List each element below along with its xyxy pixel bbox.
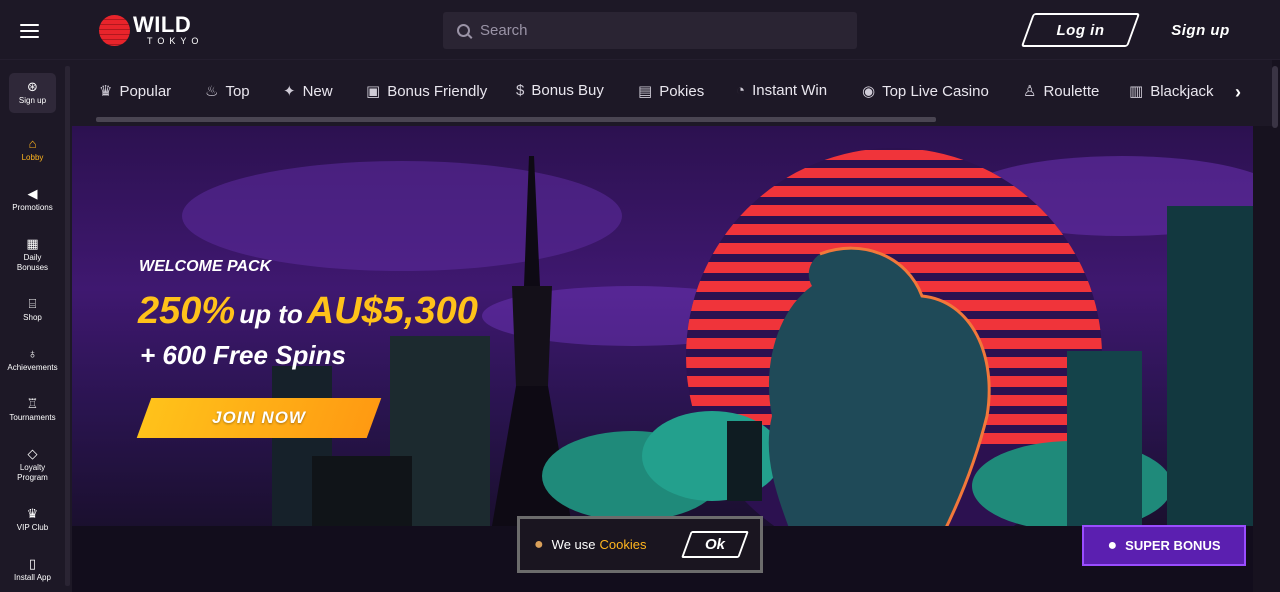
sidebar-item-tournaments[interactable]: ♖ Tournaments [0,397,65,423]
diamond-icon: ◇ [27,446,38,461]
category-bar: ♛ Popular ♨ Top ✦ New ▣ Bonus Friendly $ Bonu… [72,60,1272,126]
category-blackjack[interactable]: ▥ Blackjack [1129,82,1214,101]
sidebar-item-install-app[interactable]: ▯ Install App [0,557,65,583]
cookie-notice: ● We use Cookies Ok [517,516,763,573]
sidebar-item-sign-up[interactable]: ⊛ Sign up [9,73,56,113]
logo-sun-icon [99,14,130,46]
phone-icon: ▯ [28,556,37,571]
stopwatch-icon: ◔ [736,82,746,99]
cards-icon: ▥ [1129,83,1144,100]
category-label: Top [225,82,250,100]
category-label: Instant Win [752,82,828,99]
chevron-right-icon[interactable]: › [1235,82,1241,103]
gift-icon: ⊛ [27,79,38,94]
sidebar-item-label: Daily Bonuses [16,253,49,272]
sidebar-item-label: Install App [14,573,51,582]
bonus-up-to: up to [239,299,303,329]
category-label: Popular [119,82,172,100]
free-spins-text: + 600 Free Spins [140,340,346,370]
money-bag-icon: $ [516,82,525,99]
sidebar-item-label: Shop [23,313,42,322]
login-label: Log in [1056,21,1105,39]
category-new[interactable]: ✦ New [283,82,333,101]
gift-icon: ▣ [366,83,381,100]
trophy-icon: ♖ [26,396,39,411]
logo-tokyo-text: TOKYO [147,36,204,46]
sidebar: ⊛ Sign up ⌂ Lobby ◀ Promotions ▦ Daily B… [0,60,72,592]
flame-icon: ♨ [205,83,219,100]
sidebar-item-label: Tournaments [9,413,56,422]
category-instant-win[interactable]: ◔ Instant Win [736,82,827,99]
category-label: Blackjack [1150,82,1214,100]
slot-machine-icon: ▤ [638,83,653,100]
sidebar-item-promotions[interactable]: ◀ Promotions [0,187,65,213]
sidebar-item-achievements[interactable]: ♁ Achievements [0,347,65,373]
home-icon: ⌂ [28,136,37,151]
category-label: Bonus Friendly [387,82,488,100]
super-bonus-button[interactable]: ● SUPER BONUS [1082,525,1246,566]
welcome-pack-label: WELCOME PACK [139,258,272,275]
page-scrollbar[interactable] [1272,66,1278,128]
sidebar-item-label: VIP Club [16,523,49,532]
search-placeholder: Search [480,22,528,39]
dealer-icon: ◉ [862,83,876,100]
cookie-icon: ● [534,535,544,553]
category-label: Bonus Buy [531,82,604,99]
category-pokies[interactable]: ▤ Pokies [638,82,705,101]
category-label: Top Live Casino [882,82,989,100]
crown-icon: ♛ [26,506,39,521]
megaphone-icon: ◀ [27,186,38,201]
search-input[interactable]: Search [443,12,857,49]
login-button[interactable]: Log in [1027,13,1134,47]
sidebar-item-label: Promotions [12,203,53,212]
bonus-amount: AU$5,300 [306,290,478,332]
join-now-label: JOIN NOW [212,408,306,427]
join-now-button[interactable]: JOIN NOW [144,398,374,438]
money-bag-icon: ● [1107,536,1118,554]
sparkle-bell-icon: ✦ [283,83,296,100]
sidebar-item-label: Sign up [18,96,47,105]
category-bonus-buy[interactable]: $ Bonus Buy [516,82,604,99]
category-top-live-casino[interactable]: ◉ Top Live Casino [862,82,989,101]
top-bar: WILD TOKYO Search Log in Sign up [0,0,1280,60]
cookie-ok-label: Ok [704,536,725,553]
sidebar-item-daily-bonuses[interactable]: ▦ Daily Bonuses [0,237,65,273]
signup-button[interactable]: Sign up [1143,13,1258,47]
shop-icon: ⌸ [28,296,37,311]
crown-icon: ♛ [99,83,113,100]
sidebar-scrollbar[interactable] [65,66,70,586]
calendar-star-icon: ▦ [26,236,39,251]
sidebar-item-lobby[interactable]: ⌂ Lobby [0,137,65,163]
logo[interactable]: WILD TOKYO [99,13,203,47]
sidebar-item-vip-club[interactable]: ♛ VIP Club [0,507,65,533]
cookies-link[interactable]: Cookies [600,537,647,552]
category-top[interactable]: ♨ Top [205,82,250,101]
sidebar-item-label: Loyalty Program [17,463,48,482]
cookie-ok-button[interactable]: Ok [686,531,744,558]
super-bonus-label: SUPER BONUS [1125,538,1221,553]
signup-label: Sign up [1171,21,1230,39]
menu-icon[interactable] [20,24,39,38]
category-label: New [302,82,333,100]
category-roulette[interactable]: ♙ Roulette [1023,82,1100,101]
roulette-icon: ♙ [1023,83,1037,100]
sidebar-item-label: Lobby [21,153,44,162]
search-icon [457,24,470,37]
sidebar-item-shop[interactable]: ⌸ Shop [0,297,65,323]
sidebar-item-label: Achievements [7,363,58,372]
category-label: Roulette [1043,82,1100,100]
category-bonus-friendly[interactable]: ▣ Bonus Friendly [366,82,488,101]
medal-icon: ♁ [27,346,38,361]
category-label: Pokies [659,82,705,100]
logo-wild-text: WILD [133,12,192,37]
cookie-text: We use [551,537,596,552]
bonus-headline: 250% up to AU$5,300 [138,290,478,333]
sidebar-item-loyalty-program[interactable]: ◇ Loyalty Program [0,447,65,483]
category-popular[interactable]: ♛ Popular [99,82,172,101]
bonus-percent: 250% [138,290,236,332]
category-scrollbar[interactable] [96,117,936,122]
